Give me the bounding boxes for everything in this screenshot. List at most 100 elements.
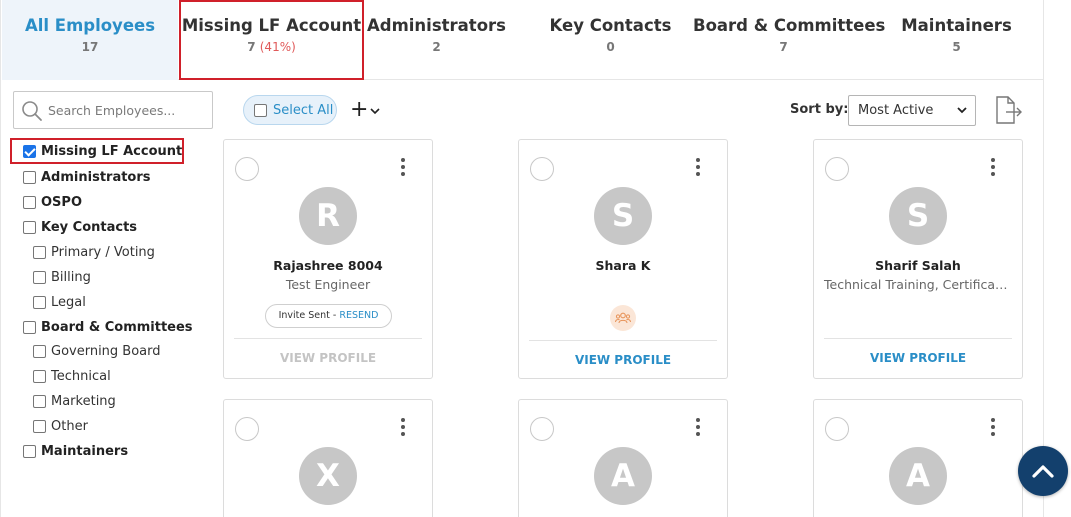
tab-label: Administrators xyxy=(367,16,506,35)
filter-ospo[interactable]: OSPO xyxy=(23,191,82,213)
sort-select[interactable]: Most Active xyxy=(848,95,976,126)
filter-administrators[interactable]: Administrators xyxy=(23,166,151,188)
view-profile-link[interactable]: VIEW PROFILE xyxy=(814,351,1022,365)
filter-other[interactable]: Other xyxy=(33,415,88,437)
invite-status-text: Invite Sent - xyxy=(278,310,340,321)
avatar: A xyxy=(889,447,947,505)
tab-count: 0 xyxy=(606,40,615,54)
filter-checkbox[interactable] xyxy=(33,270,46,284)
filter-board-committees[interactable]: Board & Committees xyxy=(23,316,193,338)
tab-administrators[interactable]: Administrators 2 xyxy=(364,0,509,80)
view-profile-link[interactable]: VIEW PROFILE xyxy=(224,351,432,365)
select-all-button[interactable]: Select All xyxy=(243,95,337,125)
filter-checkbox[interactable] xyxy=(23,195,36,209)
employee-card: X xyxy=(223,399,433,517)
filter-label: Governing Board xyxy=(51,343,161,359)
sort-by-label: Sort by: xyxy=(790,102,849,117)
tab-label: Board & Committees xyxy=(693,16,886,35)
add-menu-button[interactable]: + xyxy=(350,99,381,121)
more-options-icon[interactable] xyxy=(986,417,1000,439)
filter-label: Billing xyxy=(51,269,91,285)
filter-checkbox[interactable] xyxy=(33,245,46,259)
card-divider xyxy=(824,338,1012,339)
filter-checkbox[interactable] xyxy=(23,144,36,158)
view-profile-link[interactable]: VIEW PROFILE xyxy=(519,353,727,367)
tab-count: 2 xyxy=(432,40,441,54)
filter-label: OSPO xyxy=(41,194,82,210)
filter-technical[interactable]: Technical xyxy=(33,365,111,387)
resend-link[interactable]: RESEND xyxy=(339,310,378,321)
filter-label: Key Contacts xyxy=(41,219,138,235)
card-select-checkbox[interactable] xyxy=(235,417,259,441)
chevron-down-icon xyxy=(957,107,967,114)
tab-count: 17 xyxy=(81,40,99,54)
filter-maintainers[interactable]: Maintainers xyxy=(23,440,128,462)
scroll-to-top-button[interactable] xyxy=(1018,446,1068,496)
avatar: X xyxy=(299,447,357,505)
tab-bar: All Employees 17 Missing LF Account 7 (4… xyxy=(2,0,1044,80)
card-divider xyxy=(234,338,422,339)
filter-missing-lf-account[interactable]: Missing LF Account xyxy=(10,138,184,164)
filter-checkbox[interactable] xyxy=(33,369,46,383)
filter-checkbox[interactable] xyxy=(23,220,36,234)
tab-count: 5 xyxy=(952,40,961,54)
filter-label: Maintainers xyxy=(41,443,129,459)
avatar: S xyxy=(594,187,652,245)
filter-marketing[interactable]: Marketing xyxy=(33,390,116,412)
card-select-checkbox[interactable] xyxy=(530,157,554,181)
tab-count: 7 xyxy=(247,40,256,54)
filter-label: Primary / Voting xyxy=(51,244,155,260)
filter-checkbox[interactable] xyxy=(33,394,46,408)
filter-checkbox[interactable] xyxy=(33,419,46,433)
search-icon xyxy=(22,101,42,121)
employee-name: Sharif Salah xyxy=(875,258,961,273)
invite-status-pill: Invite Sent - RESEND xyxy=(265,304,392,328)
employee-title: Technical Training, Certification xyxy=(824,277,1019,292)
filter-checkbox[interactable] xyxy=(33,344,46,358)
employee-name: Rajashree 8004 xyxy=(273,258,383,273)
tab-label: Maintainers xyxy=(901,16,1012,35)
employee-name: Shara K xyxy=(595,258,651,273)
filter-checkbox[interactable] xyxy=(23,170,36,184)
filter-label: Board & Committees xyxy=(41,319,193,335)
search-input[interactable] xyxy=(48,100,206,120)
tab-board-committees[interactable]: Board & Committees 7 xyxy=(693,0,886,80)
filter-legal[interactable]: Legal xyxy=(33,291,86,313)
more-options-icon[interactable] xyxy=(691,157,705,179)
select-all-label: Select All xyxy=(273,102,334,118)
tab-label: Key Contacts xyxy=(549,16,672,35)
card-select-checkbox[interactable] xyxy=(235,157,259,181)
employee-title: Test Engineer xyxy=(285,277,371,292)
employee-card: S Shara K VIEW PROFILE xyxy=(518,139,728,379)
filter-label: Legal xyxy=(51,294,86,310)
card-select-checkbox[interactable] xyxy=(825,417,849,441)
more-options-icon[interactable] xyxy=(396,417,410,439)
employees-panel: All Employees 17 Missing LF Account 7 (4… xyxy=(0,0,1044,517)
card-select-checkbox[interactable] xyxy=(530,417,554,441)
more-options-icon[interactable] xyxy=(396,157,410,179)
card-select-checkbox[interactable] xyxy=(825,157,849,181)
export-icon[interactable] xyxy=(994,96,1024,124)
filter-governing-board[interactable]: Governing Board xyxy=(33,340,161,362)
filter-checkbox[interactable] xyxy=(23,444,36,458)
tab-all-employees[interactable]: All Employees 17 xyxy=(2,0,178,80)
employee-card: A xyxy=(518,399,728,517)
card-divider xyxy=(529,340,717,341)
more-options-icon[interactable] xyxy=(691,417,705,439)
tab-missing-lf-account[interactable]: Missing LF Account 7 (41%) xyxy=(179,0,364,80)
filter-primary-voting[interactable]: Primary / Voting xyxy=(33,241,155,263)
tab-key-contacts[interactable]: Key Contacts 0 xyxy=(538,0,683,80)
group-icon xyxy=(615,312,631,324)
tab-maintainers[interactable]: Maintainers 5 xyxy=(884,0,1029,80)
filter-checkbox[interactable] xyxy=(33,295,46,309)
select-all-checkbox[interactable] xyxy=(254,103,267,117)
filter-billing[interactable]: Billing xyxy=(33,266,91,288)
more-options-icon[interactable] xyxy=(986,157,1000,179)
avatar: A xyxy=(594,447,652,505)
chevron-up-icon xyxy=(1032,465,1054,478)
filter-label: Marketing xyxy=(51,393,116,409)
filter-checkbox[interactable] xyxy=(23,320,36,334)
filter-key-contacts[interactable]: Key Contacts xyxy=(23,216,137,238)
employee-card: R Rajashree 8004 Test Engineer Invite Se… xyxy=(223,139,433,379)
filter-label: Missing LF Account xyxy=(41,143,183,159)
